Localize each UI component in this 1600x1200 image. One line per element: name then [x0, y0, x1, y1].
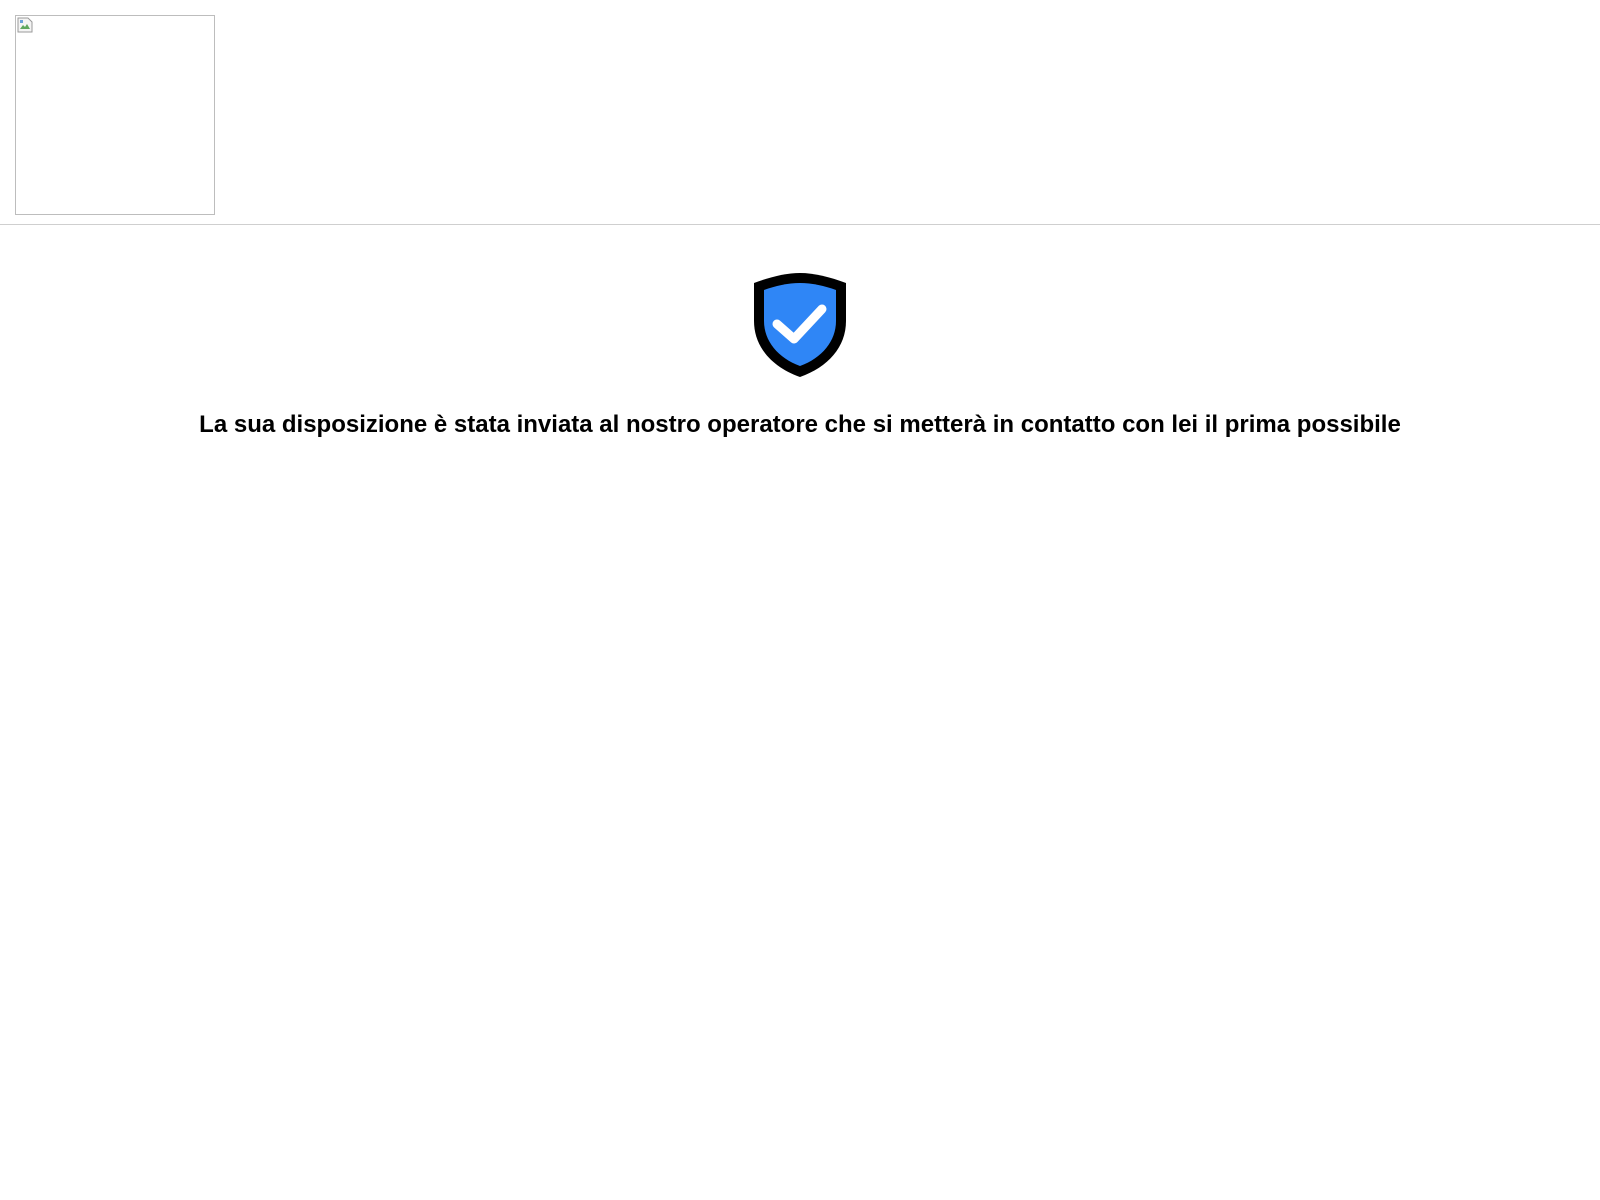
broken-image-icon: [17, 17, 33, 33]
page-header: [0, 0, 1600, 225]
logo-image: [15, 15, 215, 215]
confirmation-message: La sua disposizione è stata inviata al n…: [199, 411, 1401, 438]
shield-check-icon: [754, 273, 846, 377]
